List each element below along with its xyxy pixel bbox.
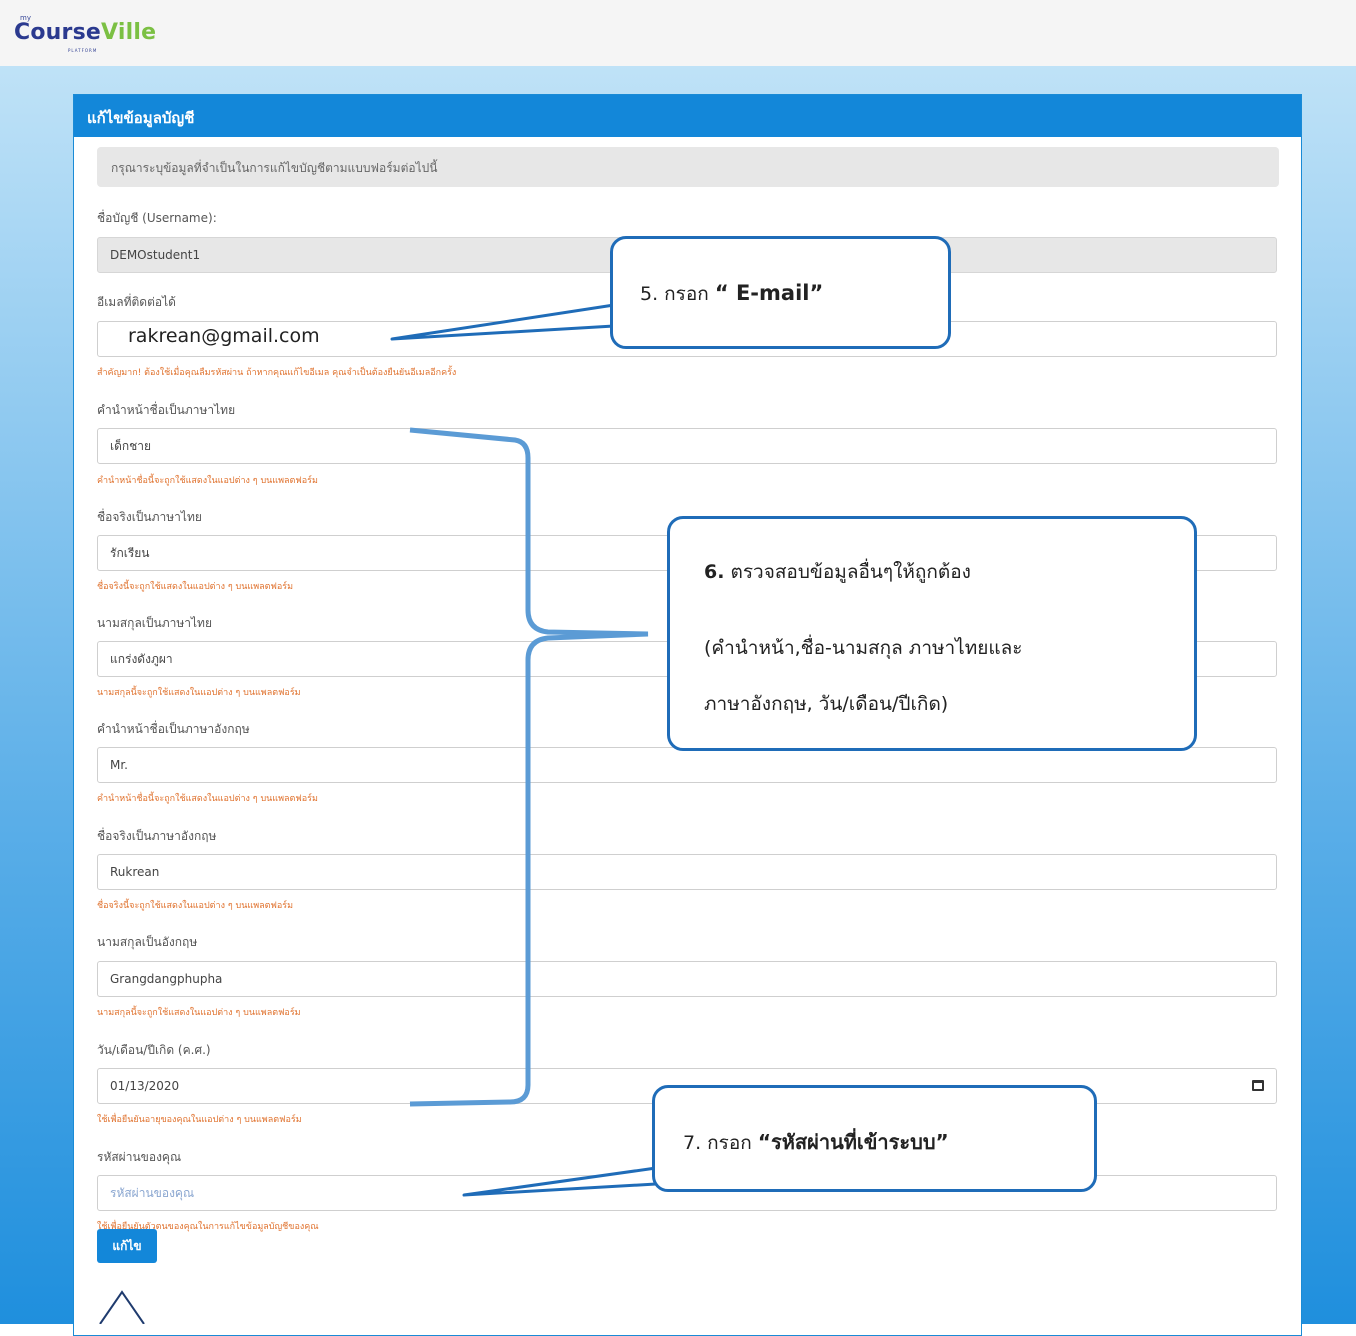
step7-number: 7 <box>683 1132 696 1154</box>
step6-line1: ตรวจสอบข้อมูลอื่นๆให้ถูกต้อง <box>724 561 971 583</box>
step6-callout: 6. ตรวจสอบข้อมูลอื่นๆให้ถูกต้อง (คำนำหน้… <box>667 516 1197 751</box>
bracket-shape <box>409 427 649 1107</box>
step7-callout: 7. กรอก “รหัสผ่านที่เข้าระบบ” <box>652 1085 1097 1192</box>
step7-quoted: “รหัสผ่านที่เข้าระบบ” <box>757 1130 949 1154</box>
step5-text: . กรอก <box>652 283 715 305</box>
step6-number: 6. <box>704 561 725 583</box>
step7-text: . กรอก <box>695 1132 758 1154</box>
step5-quoted: “ E-mail” <box>714 281 824 305</box>
step7-pointer <box>462 1166 658 1197</box>
step6-line2: (คำนำหน้า,ชื่อ-นามสกุล ภาษาไทยและ <box>704 637 1023 659</box>
step6-line3: ภาษาอังกฤษ, วัน/เดือน/ปีเกิด) <box>704 693 949 715</box>
step5-pointer <box>390 303 616 341</box>
submit-arrow <box>99 1290 145 1324</box>
step5-callout: 5. กรอก “ E-mail” <box>610 236 951 349</box>
step5-number: 5 <box>640 283 653 305</box>
